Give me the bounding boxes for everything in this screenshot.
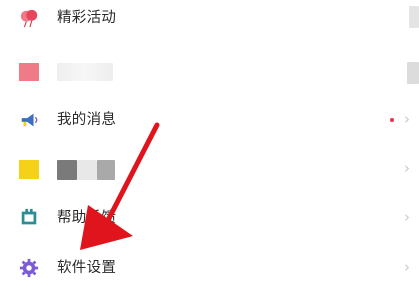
menu-item-label: 软件设置 <box>57 260 117 276</box>
blurred-content <box>409 6 419 28</box>
blurred-block <box>97 160 115 180</box>
blurred-content <box>407 62 419 84</box>
menu-item-label: 帮助反馈 <box>57 210 117 226</box>
chevron-right-icon: › <box>404 258 410 276</box>
pink-square-icon <box>19 62 39 82</box>
blurred-block <box>57 160 77 180</box>
settings-menu-list: 精彩活动 我的消息 › › 帮助反馈 › 软件设置 › <box>0 0 419 285</box>
menu-item-blurred-2[interactable]: › <box>0 145 419 195</box>
balloon-icon <box>19 8 39 28</box>
gear-icon <box>19 258 39 278</box>
chevron-right-icon: › <box>404 159 410 177</box>
menu-item-blurred[interactable] <box>0 48 419 98</box>
megaphone-icon <box>19 110 39 130</box>
blurred-label <box>57 63 113 81</box>
unread-dot <box>390 118 394 122</box>
chevron-right-icon: › <box>404 208 410 226</box>
feedback-icon <box>19 208 39 228</box>
menu-item-events[interactable]: 精彩活动 <box>0 0 419 44</box>
menu-item-messages[interactable]: 我的消息 › <box>0 96 419 146</box>
menu-item-label: 我的消息 <box>57 112 117 128</box>
yellow-square-icon <box>19 159 39 179</box>
menu-item-software-settings[interactable]: 软件设置 › <box>0 244 419 294</box>
blurred-block <box>77 160 97 180</box>
menu-item-help-feedback[interactable]: 帮助反馈 › <box>0 194 419 244</box>
chevron-right-icon: › <box>404 110 410 128</box>
menu-item-label: 精彩活动 <box>57 10 117 26</box>
